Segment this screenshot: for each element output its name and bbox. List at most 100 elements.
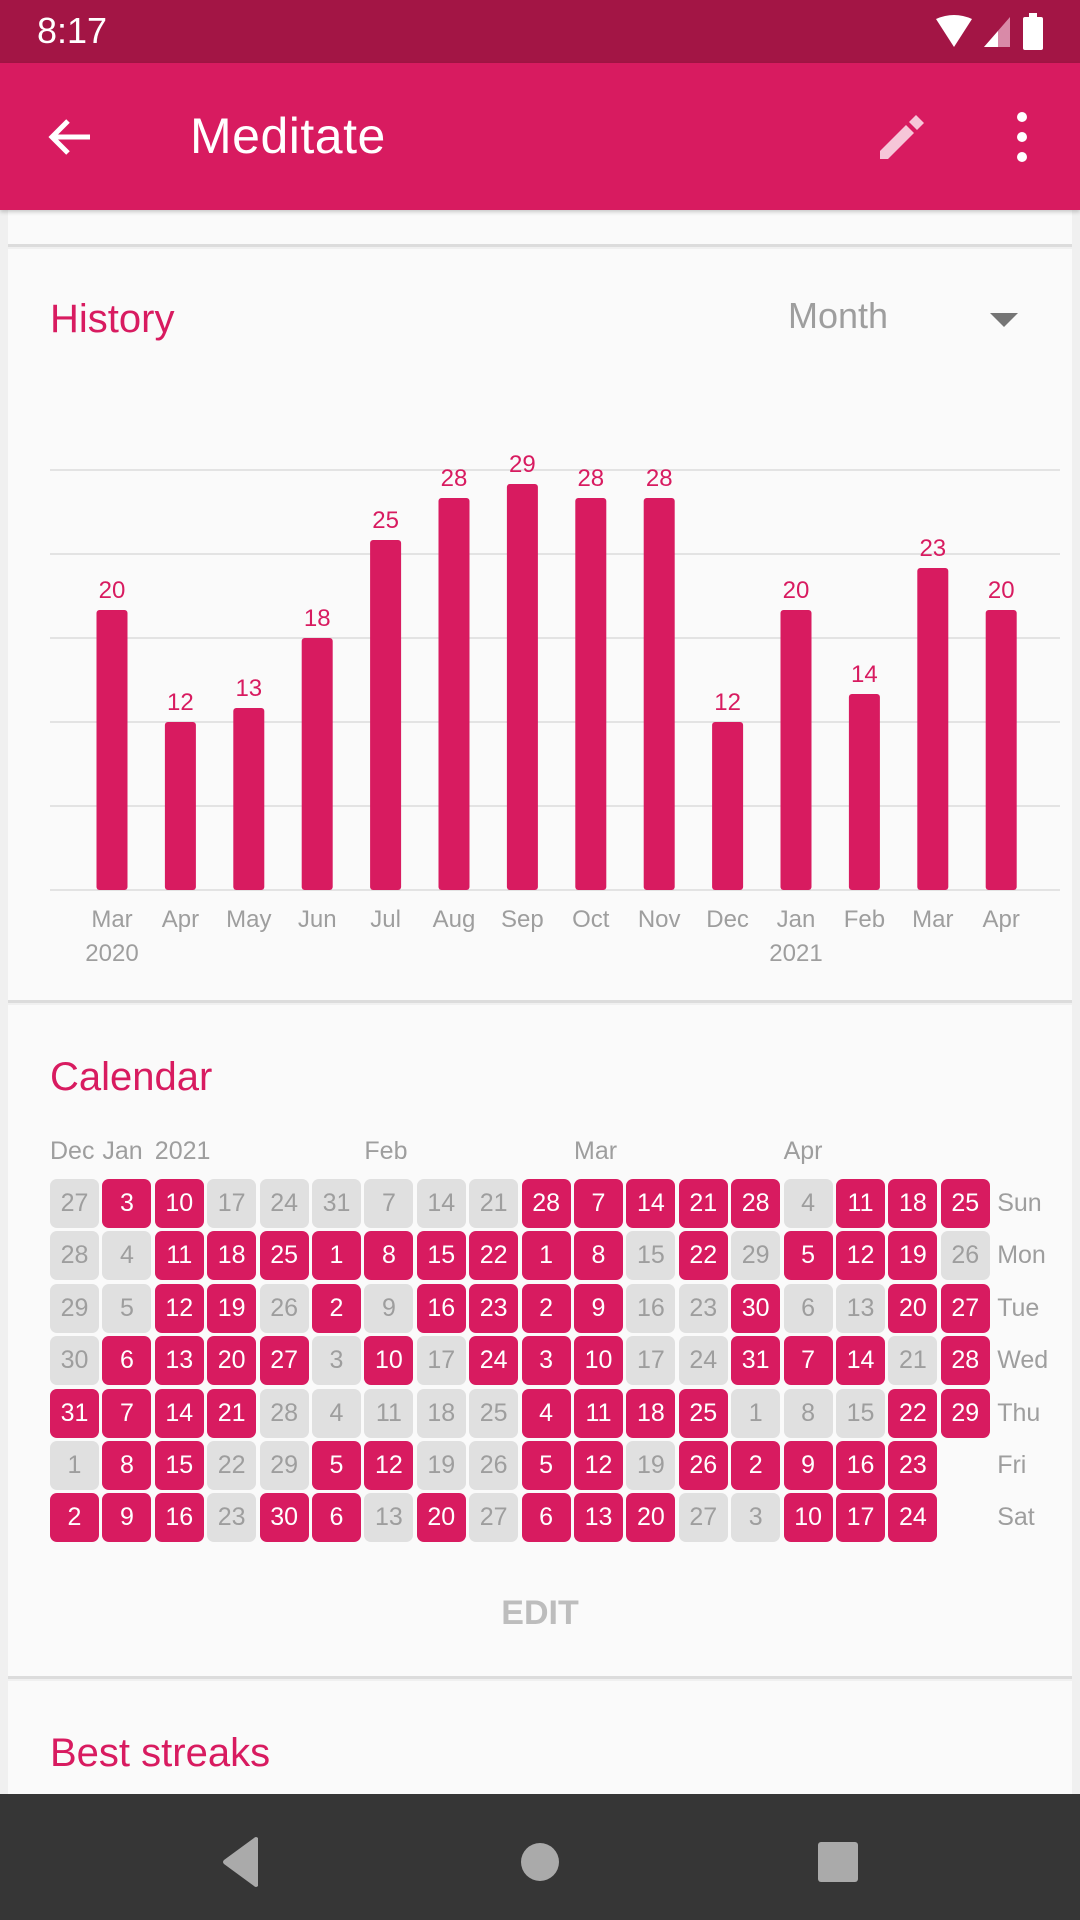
calendar-day-cell[interactable]: 31 bbox=[50, 1388, 99, 1438]
calendar-day-cell[interactable]: 27 bbox=[469, 1493, 519, 1543]
calendar-day-cell[interactable]: 3 bbox=[102, 1179, 152, 1228]
calendar-day-cell[interactable]: 16 bbox=[626, 1283, 676, 1333]
calendar-day-cell[interactable]: 29 bbox=[940, 1388, 990, 1438]
calendar-day-cell[interactable]: 29 bbox=[50, 1283, 99, 1333]
calendar-day-cell[interactable]: 8 bbox=[783, 1388, 833, 1438]
calendar-day-cell[interactable]: 13 bbox=[574, 1493, 623, 1543]
calendar-day-cell[interactable]: 1 bbox=[312, 1231, 361, 1281]
calendar-day-cell[interactable]: 14 bbox=[626, 1179, 676, 1228]
calendar-day-cell[interactable]: 23 bbox=[469, 1283, 519, 1333]
calendar-day-cell[interactable]: 12 bbox=[574, 1441, 623, 1490]
calendar-day-cell[interactable]: 28 bbox=[259, 1388, 309, 1438]
calendar-day-cell[interactable]: 4 bbox=[783, 1179, 833, 1228]
calendar-day-cell[interactable]: 19 bbox=[888, 1231, 938, 1281]
calendar-day-cell[interactable]: 15 bbox=[836, 1388, 885, 1438]
calendar-day-cell[interactable]: 27 bbox=[940, 1283, 990, 1333]
calendar-day-cell[interactable]: 10 bbox=[364, 1336, 414, 1386]
calendar-day-cell[interactable]: 23 bbox=[678, 1283, 728, 1333]
calendar-day-cell[interactable]: 10 bbox=[154, 1179, 204, 1228]
calendar-day-cell[interactable]: 6 bbox=[102, 1336, 152, 1386]
calendar-day-cell[interactable]: 25 bbox=[259, 1231, 309, 1281]
calendar-day-cell[interactable]: 19 bbox=[416, 1441, 466, 1490]
calendar-day-cell[interactable]: 25 bbox=[940, 1179, 990, 1228]
calendar-day-cell[interactable]: 27 bbox=[50, 1179, 99, 1228]
calendar-day-cell[interactable]: 13 bbox=[154, 1336, 204, 1386]
calendar-day-cell[interactable]: 21 bbox=[678, 1179, 728, 1228]
recents-nav-icon[interactable] bbox=[808, 1832, 868, 1892]
calendar-day-cell[interactable]: 12 bbox=[364, 1441, 414, 1490]
calendar-day-cell[interactable]: 31 bbox=[312, 1179, 361, 1228]
calendar-day-cell[interactable]: 3 bbox=[731, 1493, 781, 1543]
calendar-day-cell[interactable]: 4 bbox=[312, 1388, 361, 1438]
calendar-day-cell[interactable]: 16 bbox=[416, 1283, 466, 1333]
calendar-day-cell[interactable]: 13 bbox=[836, 1283, 885, 1333]
calendar-day-cell[interactable]: 27 bbox=[678, 1493, 728, 1543]
calendar-day-cell[interactable]: 8 bbox=[102, 1441, 152, 1490]
calendar-day-cell[interactable]: 9 bbox=[102, 1493, 152, 1543]
calendar-day-cell[interactable]: 5 bbox=[312, 1441, 361, 1490]
calendar-day-cell[interactable]: 12 bbox=[836, 1231, 885, 1281]
calendar-day-cell[interactable]: 11 bbox=[574, 1388, 623, 1438]
calendar-day-cell[interactable]: 25 bbox=[469, 1388, 519, 1438]
calendar-day-cell[interactable]: 14 bbox=[836, 1336, 885, 1386]
calendar-day-cell[interactable]: 19 bbox=[626, 1441, 676, 1490]
calendar-day-cell[interactable]: 6 bbox=[521, 1493, 571, 1543]
calendar-day-cell[interactable]: 26 bbox=[469, 1441, 519, 1490]
calendar-day-cell[interactable]: 4 bbox=[521, 1388, 571, 1438]
calendar-day-cell[interactable]: 29 bbox=[259, 1441, 309, 1490]
calendar-day-cell[interactable]: 5 bbox=[521, 1441, 571, 1490]
calendar-day-cell[interactable]: 9 bbox=[364, 1283, 414, 1333]
calendar-day-cell[interactable]: 13 bbox=[364, 1493, 414, 1543]
calendar-day-cell[interactable]: 18 bbox=[626, 1388, 676, 1438]
calendar-day-cell[interactable]: 6 bbox=[783, 1283, 833, 1333]
calendar-day-cell[interactable]: 30 bbox=[731, 1283, 781, 1333]
calendar-day-cell[interactable]: 16 bbox=[154, 1493, 204, 1543]
calendar-day-cell[interactable]: 10 bbox=[574, 1336, 623, 1386]
calendar-day-cell[interactable]: 8 bbox=[364, 1231, 414, 1281]
calendar-day-cell[interactable]: 18 bbox=[207, 1231, 257, 1281]
calendar-day-cell[interactable]: 8 bbox=[574, 1231, 623, 1281]
calendar-day-cell[interactable]: 27 bbox=[259, 1336, 309, 1386]
calendar-day-cell[interactable]: 7 bbox=[364, 1179, 414, 1228]
calendar-day-cell[interactable]: 26 bbox=[259, 1283, 309, 1333]
calendar-day-cell[interactable]: 26 bbox=[940, 1231, 990, 1281]
calendar-day-cell[interactable]: 3 bbox=[521, 1336, 571, 1386]
calendar-day-cell[interactable]: 10 bbox=[783, 1493, 833, 1543]
calendar-day-cell[interactable]: 20 bbox=[888, 1283, 938, 1333]
calendar-day-cell[interactable]: 5 bbox=[783, 1231, 833, 1281]
more-vert-icon[interactable] bbox=[1000, 107, 1044, 167]
calendar-day-cell[interactable]: 17 bbox=[836, 1493, 885, 1543]
calendar-day-cell[interactable]: 22 bbox=[469, 1231, 519, 1281]
calendar-day-cell[interactable]: 24 bbox=[888, 1493, 938, 1543]
calendar-day-cell[interactable]: 17 bbox=[416, 1336, 466, 1386]
calendar-day-cell[interactable]: 16 bbox=[836, 1441, 885, 1490]
calendar-day-cell[interactable]: 4 bbox=[102, 1231, 152, 1281]
calendar-day-cell[interactable]: 24 bbox=[259, 1179, 309, 1228]
content-scroll[interactable]: History Month 20 Mar 2020 12 Apr 13 May 18 Jun 25… bbox=[0, 210, 1080, 1794]
calendar-day-cell[interactable]: 18 bbox=[416, 1388, 466, 1438]
calendar-day-cell[interactable]: 31 bbox=[731, 1336, 781, 1386]
calendar-day-cell[interactable]: 20 bbox=[207, 1336, 257, 1386]
calendar-day-cell[interactable]: 30 bbox=[50, 1336, 99, 1386]
calendar-day-cell[interactable]: 19 bbox=[207, 1283, 257, 1333]
home-nav-icon[interactable] bbox=[510, 1832, 570, 1892]
calendar-day-cell[interactable]: 2 bbox=[521, 1283, 571, 1333]
calendar-day-cell[interactable]: 12 bbox=[154, 1283, 204, 1333]
calendar-day-cell[interactable]: 28 bbox=[940, 1336, 990, 1386]
calendar-day-cell[interactable]: 5 bbox=[102, 1283, 152, 1333]
calendar-day-cell[interactable]: 28 bbox=[521, 1179, 571, 1228]
calendar-day-cell[interactable]: 9 bbox=[783, 1441, 833, 1490]
calendar-day-cell[interactable]: 11 bbox=[154, 1231, 204, 1281]
back-nav-icon[interactable] bbox=[210, 1832, 270, 1892]
calendar-day-cell[interactable]: 21 bbox=[207, 1388, 257, 1438]
arrow-back-icon[interactable] bbox=[44, 111, 96, 163]
calendar-day-cell[interactable]: 15 bbox=[154, 1441, 204, 1490]
calendar-day-cell[interactable]: 25 bbox=[678, 1388, 728, 1438]
calendar-day-cell[interactable]: 21 bbox=[888, 1336, 938, 1386]
calendar-day-cell[interactable]: 6 bbox=[312, 1493, 361, 1543]
calendar-day-cell[interactable]: 23 bbox=[888, 1441, 938, 1490]
calendar-day-cell[interactable]: 2 bbox=[312, 1283, 361, 1333]
calendar-day-cell[interactable]: 20 bbox=[416, 1493, 466, 1543]
calendar-day-cell[interactable]: 7 bbox=[783, 1336, 833, 1386]
calendar-day-cell[interactable]: 15 bbox=[416, 1231, 466, 1281]
